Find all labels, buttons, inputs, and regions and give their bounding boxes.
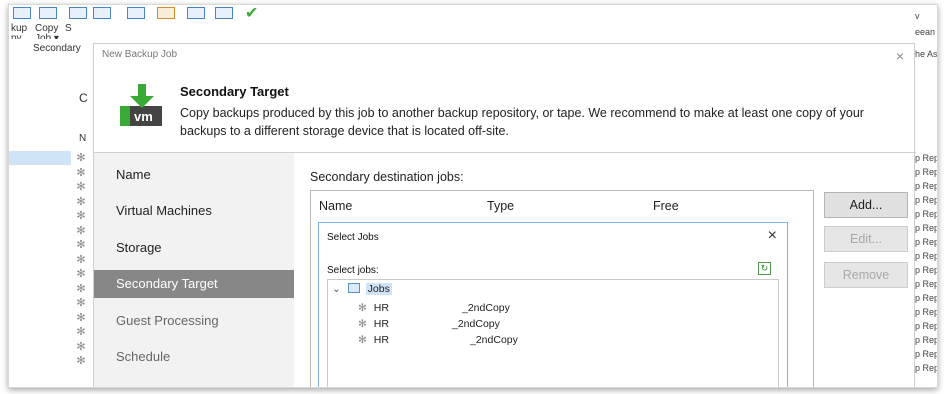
jobs-folder-icon: [347, 283, 360, 293]
job-gear-icon: ✻: [358, 302, 367, 314]
job-name: HR: [373, 302, 389, 314]
tree-item[interactable]: ✻ HR _2ndCopy: [358, 318, 500, 330]
copy-job-icon[interactable]: [39, 7, 57, 19]
nav-item-name[interactable]: Name: [94, 161, 294, 189]
rep-text: p Rep: [915, 251, 938, 261]
ribbon-icon[interactable]: [13, 7, 31, 19]
remove-button[interactable]: Remove: [824, 262, 908, 288]
selected-row[interactable]: [9, 151, 71, 165]
job-gear-icon: ✻: [76, 282, 86, 295]
background-ribbon: ✔ kup py Copy Job ▾ S: [9, 5, 937, 44]
rep-text: p Rep: [915, 223, 938, 233]
secondary-label: Secondary: [33, 43, 81, 54]
select-jobs-dialog: Select Jobs × Select jobs: ↻ ⌄ Jobs ✻ HR…: [318, 222, 788, 387]
nav-item-guest-processing[interactable]: Guest Processing: [94, 307, 294, 335]
close-icon[interactable]: ×: [768, 227, 777, 245]
close-icon[interactable]: ×: [896, 48, 904, 64]
header-description: Copy backups produced by this job to ano…: [180, 106, 864, 138]
ribbon-icon[interactable]: [215, 7, 233, 19]
job-gear-icon: ✻: [76, 239, 86, 251]
job-suffix: _2ndCopy: [452, 318, 500, 330]
nav-item-schedule[interactable]: Schedule: [94, 343, 294, 371]
rep-text: p Rep: [915, 195, 938, 205]
job-gear-icon: ✻: [358, 334, 367, 346]
rep-text: p Rep: [915, 307, 938, 317]
ribbon-icon[interactable]: [127, 7, 145, 19]
select-jobs-title: Select Jobs: [327, 232, 379, 243]
ribbon-icon[interactable]: [157, 7, 175, 19]
right-text: v: [915, 11, 920, 21]
job-gear-icon: ✻: [358, 318, 367, 330]
wizard-nav: Name Virtual Machines Storage Secondary …: [94, 153, 294, 387]
select-jobs-label: Select jobs:: [327, 265, 379, 276]
column-header-type[interactable]: Type: [487, 199, 514, 213]
rep-text: p Rep: [915, 335, 938, 345]
rep-text: p Rep: [915, 363, 938, 373]
rep-text: p Rep: [915, 153, 938, 163]
tree-item[interactable]: ✻ HR _2ndCopy: [358, 334, 518, 346]
chevron-down-icon[interactable]: ⌄: [332, 283, 341, 295]
pane-letter: C: [79, 91, 88, 105]
dialog-title: New Backup Job: [102, 49, 178, 60]
rep-text: p Rep: [915, 209, 938, 219]
tree-root-jobs[interactable]: ⌄ Jobs: [332, 283, 392, 298]
job-gear-icon: ✻: [76, 297, 86, 309]
secondary-jobs-label: Secondary destination jobs:: [310, 170, 464, 184]
screenshot-frame: ✔ kup py Copy Job ▾ S Secondary C N ✻ ✻ …: [8, 4, 938, 388]
add-button[interactable]: Add...: [824, 192, 908, 218]
job-name: HR: [373, 334, 389, 346]
job-gear-icon: ✻: [76, 326, 86, 338]
rep-text: p Rep: [915, 293, 938, 303]
checkmark-icon[interactable]: ✔: [245, 5, 258, 23]
ribbon-icon[interactable]: [93, 7, 111, 19]
job-gear-icon: ✻: [76, 253, 86, 266]
rep-text: p Rep: [915, 279, 938, 289]
job-gear-icon: ✻: [76, 210, 86, 222]
ribbon-icon[interactable]: [187, 7, 205, 19]
job-name: HR: [373, 318, 389, 330]
job-suffix: _2ndCopy: [470, 334, 518, 346]
job-gear-icon: ✻: [76, 224, 86, 237]
job-gear-icon: ✻: [76, 181, 86, 193]
rep-text: p Rep: [915, 321, 938, 331]
refresh-icon[interactable]: ↻: [758, 262, 771, 275]
tree-item[interactable]: ✻ HR _2ndCopy: [358, 302, 510, 314]
rep-text: p Rep: [915, 349, 938, 359]
nav-item-virtual-machines[interactable]: Virtual Machines: [94, 197, 294, 225]
job-gear-icon: ✻: [76, 340, 86, 353]
column-header-free[interactable]: Free: [653, 199, 679, 213]
tree-root-label: Jobs: [365, 283, 392, 295]
right-text: he As: [915, 49, 938, 59]
job-gear-icon: ✻: [76, 355, 86, 367]
ribbon-label: S: [65, 23, 72, 34]
job-gear-icon: ✻: [76, 166, 86, 179]
ribbon-icon[interactable]: [69, 7, 87, 19]
column-header-name[interactable]: Name: [319, 199, 352, 213]
job-gear-icon: ✻: [76, 268, 86, 280]
job-gear-icon: ✻: [76, 311, 86, 324]
veeam-vm-icon: vm: [120, 84, 164, 128]
edit-button[interactable]: Edit...: [824, 226, 908, 252]
pane-letter: N: [79, 133, 87, 144]
gear-column: ✻ ✻ ✻ ✻ ✻ ✻ ✻ ✻ ✻ ✻ ✻ ✻ ✻ ✻ ✻: [71, 151, 91, 369]
header-title: Secondary Target: [180, 84, 289, 99]
nav-item-storage[interactable]: Storage: [94, 234, 294, 262]
nav-item-secondary-target[interactable]: Secondary Target: [94, 270, 294, 298]
job-gear-icon: ✻: [76, 195, 86, 208]
rep-text: p Rep: [915, 181, 938, 191]
rep-text: p Rep: [915, 265, 938, 275]
rep-text: p Rep: [915, 167, 938, 177]
rep-text: p Rep: [915, 237, 938, 247]
svg-text:vm: vm: [134, 109, 153, 124]
background-right-pane: v eean he As p Rep p Rep p Rep p Rep p R…: [915, 5, 938, 387]
job-gear-icon: ✻: [76, 152, 86, 164]
new-backup-job-dialog: New Backup Job × vm Secondary Target Cop…: [93, 43, 916, 387]
right-text: eean: [915, 27, 936, 37]
jobs-tree[interactable]: ⌄ Jobs ✻ HR _2ndCopy ✻ HR _2ndCopy ✻ HR: [327, 279, 779, 387]
job-suffix: _2ndCopy: [462, 302, 510, 314]
